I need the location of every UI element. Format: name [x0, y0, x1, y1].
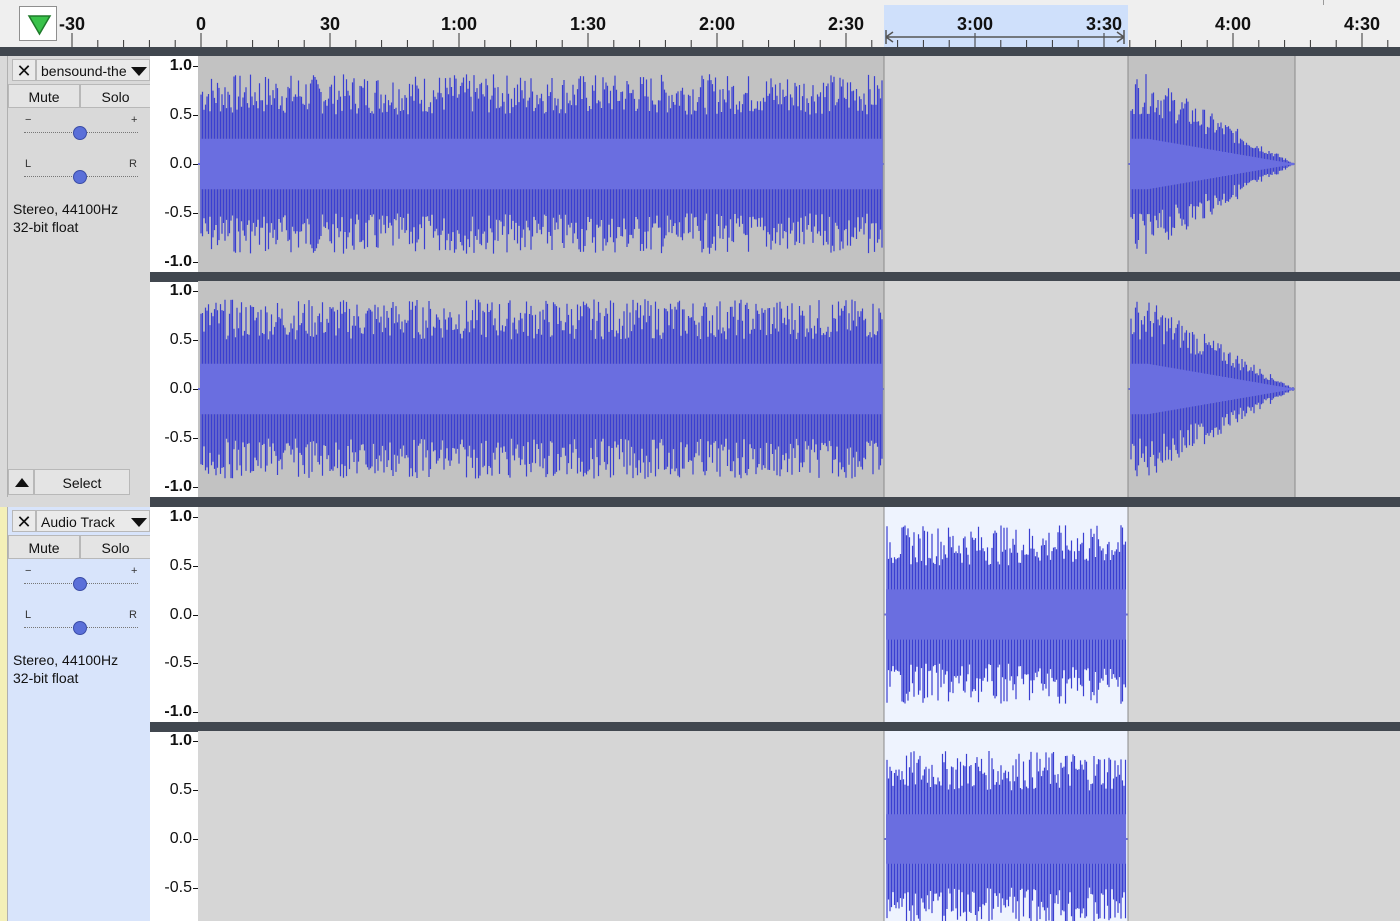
play-at-speed-button[interactable] [19, 6, 57, 41]
scale-label: 0.5 [169, 556, 192, 574]
waveform-svg [198, 281, 1296, 497]
ruler-label: 1:30 [569, 14, 607, 34]
ruler-label: 2:00 [698, 14, 736, 34]
scale-label: 0.0 [169, 605, 192, 623]
collapse-track-button[interactable] [8, 469, 34, 495]
waveform-channel[interactable] [198, 731, 1400, 921]
pan-right-label: R [129, 609, 137, 621]
ruler-end-mark [1323, 0, 1324, 5]
ruler-label: 2:30 [827, 14, 865, 34]
gain-plus-label: + [131, 565, 138, 577]
scale-label: 0.0 [169, 830, 192, 847]
track-name-menu[interactable]: Audio Track [36, 510, 150, 532]
waveform-svg [883, 507, 1129, 722]
format-depth: 32-bit float [13, 670, 79, 686]
scale-label: -1.0 [164, 703, 192, 720]
pan-left-label: L [25, 609, 32, 621]
close-track-button[interactable]: ✕ [12, 59, 36, 81]
format-rate: Stereo, 44100Hz [13, 201, 119, 217]
slider-thumb[interactable] [73, 621, 87, 635]
waveform-channel[interactable] [198, 56, 1400, 272]
gain-plus-label: + [131, 114, 138, 126]
scale-label: 0.0 [169, 380, 192, 397]
collapse-arrow-icon [15, 478, 29, 487]
scale-label: 0.5 [169, 106, 192, 123]
format-depth: 32-bit float [13, 219, 79, 235]
ruler-label: 0 [195, 14, 207, 34]
gain-minus-label: − [25, 565, 32, 577]
track-left-edge-selected [0, 507, 7, 921]
ruler-label: 3:30 [1085, 14, 1123, 34]
ruler-separator [0, 47, 1400, 56]
select-track-button[interactable]: Select [34, 469, 130, 495]
gain-minus-label: − [25, 114, 32, 126]
track-format-info: Stereo, 44100Hz 32-bit float [13, 651, 118, 687]
pan-right-label: R [129, 158, 137, 170]
scale-label: 1.0 [169, 732, 192, 749]
scale-label: 0.0 [169, 155, 192, 172]
ruler-label: -30 [58, 14, 86, 34]
track-format-info: Stereo, 44100Hz 32-bit float [13, 200, 118, 236]
ruler-label: 30 [319, 14, 341, 34]
slider-thumb[interactable] [73, 170, 87, 184]
chevron-down-icon [131, 518, 147, 527]
track-name: bensound-the [41, 63, 127, 79]
scale-label: -0.5 [164, 429, 192, 446]
play-triangle-icon [27, 15, 52, 36]
waveform-channel[interactable] [198, 507, 1400, 722]
scale-label: 1.0 [169, 508, 192, 525]
timeline-ruler[interactable]: -30 0 30 1:00 1:30 2:00 2:30 3:00 3:30 4… [0, 0, 1400, 48]
track-select-row: Select [8, 469, 151, 495]
scale-label: -0.5 [164, 879, 192, 896]
amplitude-scale: 1.0 0.5 0.0 -0.5 -1.0 [150, 507, 198, 722]
scale-label: 1.0 [169, 282, 192, 299]
gain-slider[interactable]: − + [24, 565, 140, 593]
track-separator [150, 497, 1400, 507]
scale-label: -1.0 [164, 478, 192, 495]
track-control-panel-selected[interactable]: ✕ Audio Track Mute Solo − + L R Stereo, … [7, 507, 151, 921]
mute-button[interactable]: Mute [8, 535, 80, 559]
slider-thumb[interactable] [73, 126, 87, 140]
track-left-edge [0, 56, 7, 497]
amplitude-scale: 1.0 0.5 0.0 -0.5 -1.0 [150, 56, 198, 272]
amplitude-scale: 1.0 0.5 0.0 -0.5 -1.0 [150, 281, 198, 497]
ruler-label: 4:00 [1214, 14, 1252, 34]
waveform-channel[interactable] [198, 281, 1400, 497]
mute-button[interactable]: Mute [8, 84, 80, 108]
amplitude-scale: 1.0 0.5 0.0 -0.5 [150, 731, 198, 921]
scale-label: -1.0 [164, 253, 192, 270]
waveform-svg [883, 731, 1129, 921]
scale-label: -0.5 [164, 654, 192, 672]
track-name-menu[interactable]: bensound-the [36, 59, 150, 81]
close-track-button[interactable]: ✕ [12, 510, 36, 532]
scale-label: -0.5 [164, 204, 192, 221]
scale-label: 1.0 [169, 57, 192, 74]
track-control-panel[interactable]: ✕ bensound-the Mute Solo − + L R Stereo,… [7, 56, 151, 497]
scale-label: 0.5 [169, 331, 192, 348]
ruler-label: 4:30 [1343, 14, 1381, 34]
pan-slider[interactable]: L R [24, 158, 140, 186]
waveform-svg [198, 56, 1296, 272]
slider-thumb[interactable] [73, 577, 87, 591]
pan-slider[interactable]: L R [24, 609, 140, 637]
ruler-label: 1:00 [440, 14, 478, 34]
gain-slider[interactable]: − + [24, 114, 140, 142]
pan-left-label: L [25, 158, 32, 170]
format-rate: Stereo, 44100Hz [13, 652, 119, 668]
track-name: Audio Track [41, 514, 115, 530]
chevron-down-icon [131, 67, 147, 76]
scale-label: 0.5 [169, 781, 192, 798]
solo-button[interactable]: Solo [80, 84, 151, 108]
ruler-label: 3:00 [956, 14, 994, 34]
solo-button[interactable]: Solo [80, 535, 151, 559]
